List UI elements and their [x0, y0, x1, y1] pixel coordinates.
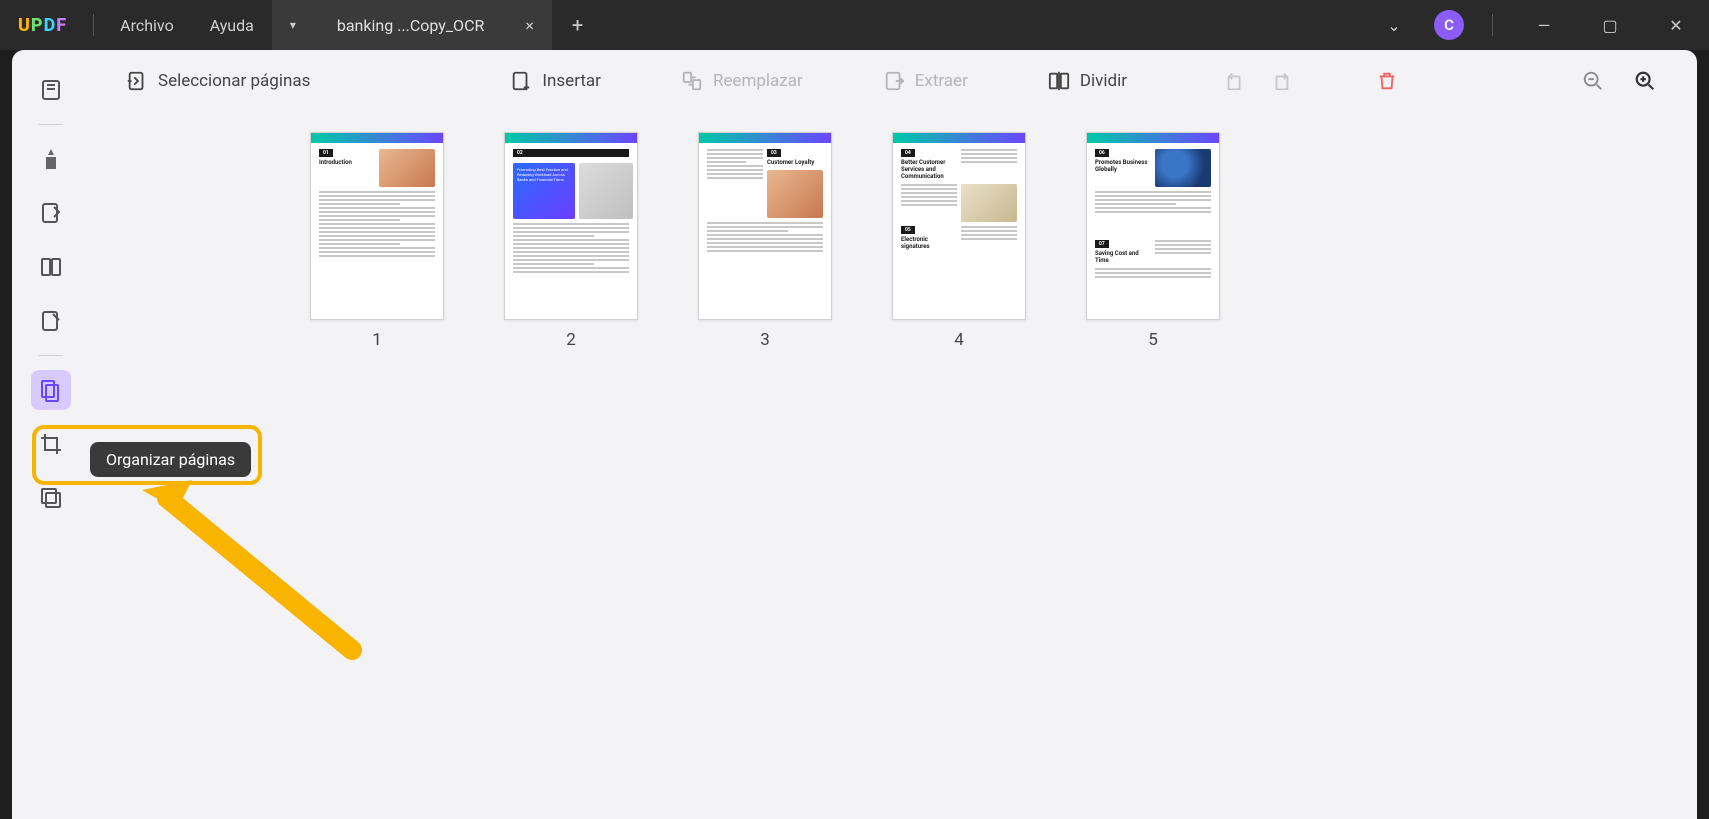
section-badge: 02 — [513, 149, 629, 157]
menu-archivo[interactable]: Archivo — [102, 16, 192, 35]
sidebar-pageview-icon[interactable] — [31, 247, 71, 287]
extract-icon — [883, 70, 905, 92]
sidebar-comment-icon[interactable] — [31, 139, 71, 179]
logo-letter: F — [56, 15, 67, 36]
delete-icon[interactable] — [1369, 63, 1405, 99]
section-heading: Electronic signatures — [901, 236, 957, 250]
section-badge: 03 — [767, 149, 781, 157]
select-pages-button[interactable]: Seleccionar páginas — [116, 64, 320, 98]
select-icon — [126, 70, 148, 92]
insert-icon — [510, 70, 532, 92]
section-heading: Introduction — [319, 159, 375, 166]
section-heading: Promoting Best Practice and Reducing Wor… — [517, 167, 571, 182]
sidebar-tooltip: Organizar páginas — [90, 442, 251, 477]
divider — [1492, 14, 1493, 36]
section-badge: 05 — [901, 226, 915, 234]
section-heading: Saving Cost and Time — [1095, 250, 1151, 264]
page-thumbnail[interactable]: 04 Better Customer Services and Communic… — [892, 132, 1026, 320]
split-label: Dividir — [1080, 71, 1127, 91]
logo-letter: P — [31, 15, 44, 36]
split-icon — [1048, 70, 1070, 92]
rotate-right-icon[interactable] — [1263, 63, 1299, 99]
sidebar-edit-icon[interactable] — [31, 193, 71, 233]
zoom-in-icon[interactable] — [1627, 63, 1663, 99]
thumb-header — [893, 133, 1025, 143]
title-bar: UPDF Archivo Ayuda ▾ banking ...Copy_OCR… — [0, 0, 1709, 50]
section-badge: 01 — [319, 149, 333, 157]
thumb-image — [579, 163, 633, 219]
sidebar-watermark-icon[interactable] — [31, 478, 71, 518]
thumb-image — [379, 149, 435, 187]
thumb-header — [311, 133, 443, 143]
user-avatar[interactable]: C — [1434, 10, 1464, 40]
section-heading: Customer Loyalty — [767, 159, 823, 166]
tab-title: banking ...Copy_OCR — [310, 16, 511, 35]
replace-button[interactable]: Reemplazar — [671, 64, 813, 98]
thumb-image — [767, 170, 823, 218]
thumb-header — [1087, 133, 1219, 143]
window-close-icon[interactable]: ✕ — [1653, 6, 1699, 44]
tab-close-icon[interactable]: × — [525, 16, 534, 35]
section-badge: 04 — [901, 149, 915, 157]
page-number: 5 — [1148, 330, 1158, 350]
page-thumbnails: 01 Introduction 1 02 — [90, 112, 1697, 819]
page-thumb-wrap: 02 Promoting Best Practice and Reducing … — [504, 132, 638, 350]
divider — [93, 14, 94, 36]
section-heading: Better Customer Services and Communicati… — [901, 159, 957, 180]
section-heading: Promotes Business Globally — [1095, 159, 1151, 173]
split-button[interactable]: Dividir — [1038, 64, 1137, 98]
sidebar-crop-icon[interactable] — [31, 424, 71, 464]
new-tab-button[interactable]: + — [552, 13, 603, 37]
page-thumbnail[interactable]: 03 Customer Loyalty — [698, 132, 832, 320]
sidebar-reader-icon[interactable] — [31, 70, 71, 110]
page-thumbnail[interactable]: 06 Promotes Business Globally 07 Saving … — [1086, 132, 1220, 320]
content-wrapper: Organizar páginas Seleccionar páginas In… — [12, 50, 1697, 819]
page-thumb-wrap: 01 Introduction 1 — [310, 132, 444, 350]
section-badge: 07 — [1095, 240, 1109, 248]
thumb-header — [699, 133, 831, 143]
left-sidebar — [12, 50, 90, 819]
thumb-header — [505, 133, 637, 143]
page-thumb-wrap: 04 Better Customer Services and Communic… — [892, 132, 1026, 350]
collapse-toolbar-icon[interactable]: ⌄ — [1374, 5, 1414, 45]
replace-label: Reemplazar — [713, 71, 803, 91]
window-maximize-icon[interactable]: ▢ — [1587, 6, 1633, 44]
page-number: 1 — [372, 330, 382, 350]
logo-letter: U — [18, 15, 31, 36]
extract-label: Extraer — [915, 71, 968, 91]
sidebar-organize-pages-icon[interactable] — [31, 370, 71, 410]
zoom-out-icon[interactable] — [1575, 63, 1611, 99]
section-badge: 06 — [1095, 149, 1109, 157]
document-tab[interactable]: ▾ banking ...Copy_OCR × — [272, 0, 552, 50]
rotate-left-icon[interactable] — [1217, 63, 1253, 99]
sidebar-separator — [39, 124, 63, 125]
page-thumbnail[interactable]: 01 Introduction — [310, 132, 444, 320]
app-logo: UPDF — [0, 15, 85, 36]
select-pages-label: Seleccionar páginas — [158, 71, 310, 91]
page-thumb-wrap: 03 Customer Loyalty 3 — [698, 132, 832, 350]
page-number: 2 — [566, 330, 576, 350]
tab-chevron-icon[interactable]: ▾ — [290, 18, 296, 32]
thumb-image — [961, 184, 1017, 222]
thumb-callout: Promoting Best Practice and Reducing Wor… — [513, 163, 575, 219]
sidebar-separator — [39, 355, 63, 356]
page-thumbnail[interactable]: 02 Promoting Best Practice and Reducing … — [504, 132, 638, 320]
menu-ayuda[interactable]: Ayuda — [192, 16, 272, 35]
insert-label: Insertar — [542, 71, 601, 91]
organize-toolbar: Seleccionar páginas Insertar Reemplazar … — [90, 50, 1697, 112]
sidebar-fill-icon[interactable] — [31, 301, 71, 341]
main-area: Seleccionar páginas Insertar Reemplazar … — [90, 50, 1697, 819]
window-minimize-icon[interactable]: — — [1521, 6, 1567, 44]
extract-button[interactable]: Extraer — [873, 64, 978, 98]
insert-button[interactable]: Insertar — [500, 64, 611, 98]
thumb-image — [1155, 149, 1211, 187]
page-number: 4 — [954, 330, 964, 350]
page-number: 3 — [760, 330, 770, 350]
page-thumb-wrap: 06 Promotes Business Globally 07 Saving … — [1086, 132, 1220, 350]
logo-letter: D — [44, 15, 57, 36]
replace-icon — [681, 70, 703, 92]
